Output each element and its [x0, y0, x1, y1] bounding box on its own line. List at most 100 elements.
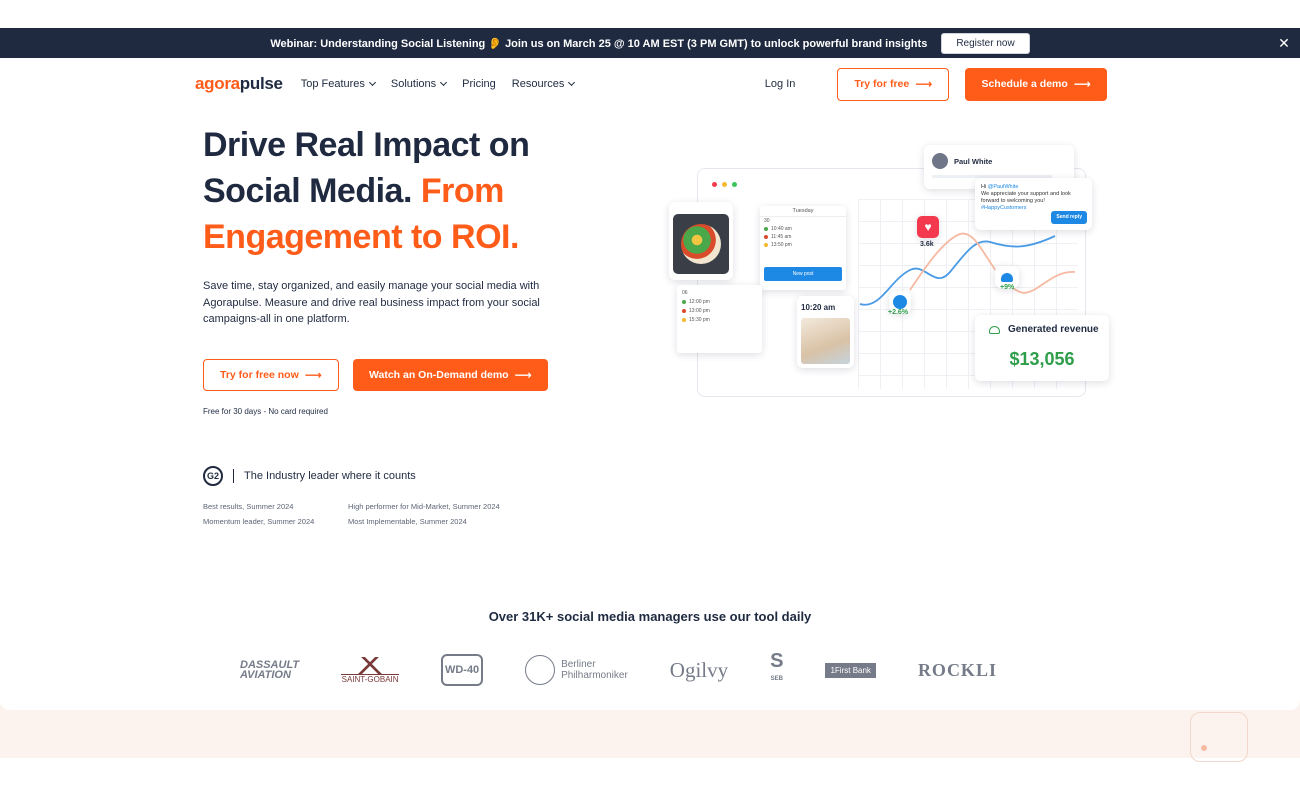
nav-solutions-label: Solutions: [390, 78, 437, 90]
berliner-philharmoniker-logo: Berliner Philharmoniker: [525, 655, 628, 685]
calendar-slot: 13:50 pm: [760, 241, 846, 249]
arrow-right-icon: ⟶: [915, 77, 933, 91]
g2-logo-icon: G2: [203, 466, 223, 486]
calendar-date-label: 30: [764, 218, 770, 224]
slot-time: 10:40 am: [771, 226, 792, 232]
seb-logo: S SEB: [770, 652, 783, 688]
scheduled-time: 10:20 am: [801, 303, 836, 312]
try-for-free-button[interactable]: Try for free ⟶: [837, 67, 950, 101]
philharmoniker-text: Philharmoniker: [561, 670, 628, 681]
try-for-free-label: Try for free: [854, 78, 910, 90]
nav-pricing-label: Pricing: [462, 78, 496, 90]
calendar-slot: 11:45 am: [760, 233, 846, 241]
schedule-demo-label: Schedule a demo: [981, 78, 1068, 90]
wd40-logo: WD-40: [441, 654, 484, 686]
revenue-value: $13,056: [1009, 349, 1075, 369]
calendar-day: Tuesday: [760, 206, 846, 217]
nav-resources[interactable]: Resources: [511, 78, 576, 90]
profile-name: Paul White: [954, 157, 993, 166]
hero-title-line1: Drive Real Impact on: [203, 126, 530, 164]
slot-time: 15:30 pm: [689, 316, 710, 323]
hero-title-line2a: Social Media.: [203, 172, 412, 210]
logo-part-agora: agora: [195, 74, 240, 93]
calendar-slot: 12:00 pm: [680, 297, 759, 306]
g2-tagline: The Industry leader where it counts: [244, 470, 416, 482]
nav-pricing[interactable]: Pricing: [462, 78, 496, 90]
decorative-dot: [1201, 745, 1207, 751]
watch-demo-label: Watch an On-Demand demo: [368, 369, 509, 381]
heart-icon: ♥: [917, 216, 939, 238]
calendar-slot: 15:30 pm: [680, 315, 759, 324]
seb-text: SEB: [770, 676, 783, 682]
calendar-date: 30: [760, 217, 846, 225]
window-dots: [712, 182, 737, 187]
nav-top-features[interactable]: Top Features: [300, 78, 376, 90]
first-bank-logo: 1First Bank: [825, 662, 876, 678]
saint-gobain-logo: SAINT-GOBAIN: [341, 656, 400, 684]
g2-awards: Best results, Summer 2024 High performer…: [203, 502, 548, 526]
post-dot-icon: [682, 308, 686, 313]
banner-text: Webinar: Understanding Social Listening …: [270, 37, 928, 50]
like-growth: +2.6%: [888, 309, 909, 316]
arrow-right-icon: ⟶: [304, 368, 322, 382]
free-trial-note: Free for 30 days - No card required: [203, 407, 328, 416]
engagement-chart: [859, 232, 1076, 306]
dassault-aviation-logo: DASSAULT AVIATION: [240, 660, 299, 681]
post-dot-icon: [682, 299, 686, 304]
berliner-emblem-icon: [525, 655, 556, 685]
calendar-slot: 10:40 am: [760, 225, 846, 233]
likes-count: 3.6k: [920, 241, 934, 248]
reply-card: Hi @PaulWhite We appreciate your support…: [975, 178, 1092, 230]
new-post-button[interactable]: New post: [764, 267, 842, 281]
webinar-banner: Webinar: Understanding Social Listening …: [0, 28, 1300, 58]
section-edge: [0, 700, 1300, 710]
slot-time: 12:00 pm: [689, 298, 710, 305]
post-dot-icon: [764, 227, 768, 231]
schedule-demo-button[interactable]: Schedule a demo ⟶: [965, 67, 1107, 101]
social-proof-headline: Over 31K+ social media managers use our …: [488, 609, 812, 624]
main-nav: agorapulse Top Features Solutions Pricin…: [195, 66, 1107, 102]
berliner-text: Berliner: [561, 659, 596, 670]
login-link[interactable]: Log In: [765, 78, 796, 90]
register-now-button[interactable]: Register now: [941, 32, 1030, 54]
post-dot-icon: [764, 235, 768, 239]
calendar-week-card: 06 12:00 pm 13:00 pm 15:30 pm: [677, 285, 762, 353]
close-icon[interactable]: ✕: [1276, 35, 1292, 51]
award-item: Most Implementable, Summer 2024: [348, 517, 467, 526]
nav-solutions[interactable]: Solutions: [390, 78, 448, 90]
try-free-now-button[interactable]: Try for free now ⟶: [203, 359, 339, 391]
slot-time: 13:50 pm: [771, 242, 792, 248]
saint-gobain-text: SAINT-GOBAIN: [341, 674, 399, 684]
try-free-now-label: Try for free now: [220, 369, 299, 381]
agorapulse-logo[interactable]: agorapulse: [195, 74, 283, 94]
revenue-card: Generated revenue $13,056: [975, 315, 1109, 381]
hero-title: Drive Real Impact on Social Media. From …: [203, 122, 603, 260]
award-item: Best results, Summer 2024: [203, 502, 294, 511]
reply-handle: @PaulWhite: [987, 184, 1019, 190]
revenue-label: Generated revenue: [1008, 324, 1099, 335]
reply-hashtag: #HappyCustomers: [981, 205, 1027, 211]
logo-part-pulse: pulse: [239, 74, 283, 93]
arrow-right-icon: ⟶: [514, 368, 532, 382]
avatar: [932, 153, 948, 169]
hero-title-line3: Engagement to ROI.: [203, 218, 519, 256]
chevron-down-icon: [368, 78, 376, 87]
nav-resources-label: Resources: [511, 78, 565, 90]
food-photo: [673, 214, 729, 274]
post-dot-icon: [764, 243, 768, 247]
hero-cta-group: Try for free now ⟶ Watch an On-Demand dem…: [203, 359, 548, 391]
chevron-down-icon: [440, 78, 448, 87]
aviation-text: AVIATION: [240, 669, 291, 681]
reply-greeting: Hi: [981, 184, 987, 190]
nav-actions: Log In Try for free ⟶ Schedule a demo ⟶: [765, 67, 1107, 101]
food-post-card: [669, 202, 733, 280]
slot-time: 13:00 pm: [689, 307, 710, 314]
nav-menu: Top Features Solutions Pricing Resources: [300, 78, 576, 90]
rockl-logo: ROCKLI: [917, 659, 997, 680]
people-growth: +9%: [1000, 284, 1015, 291]
hero-subtitle: Save time, stay organized, and easily ma…: [203, 280, 540, 325]
g2-section: G2 The Industry leader where it counts: [203, 466, 416, 486]
nav-top-features-label: Top Features: [300, 78, 365, 90]
watch-demo-button[interactable]: Watch an On-Demand demo ⟶: [352, 359, 548, 391]
send-reply-button[interactable]: Send reply: [1051, 211, 1087, 224]
